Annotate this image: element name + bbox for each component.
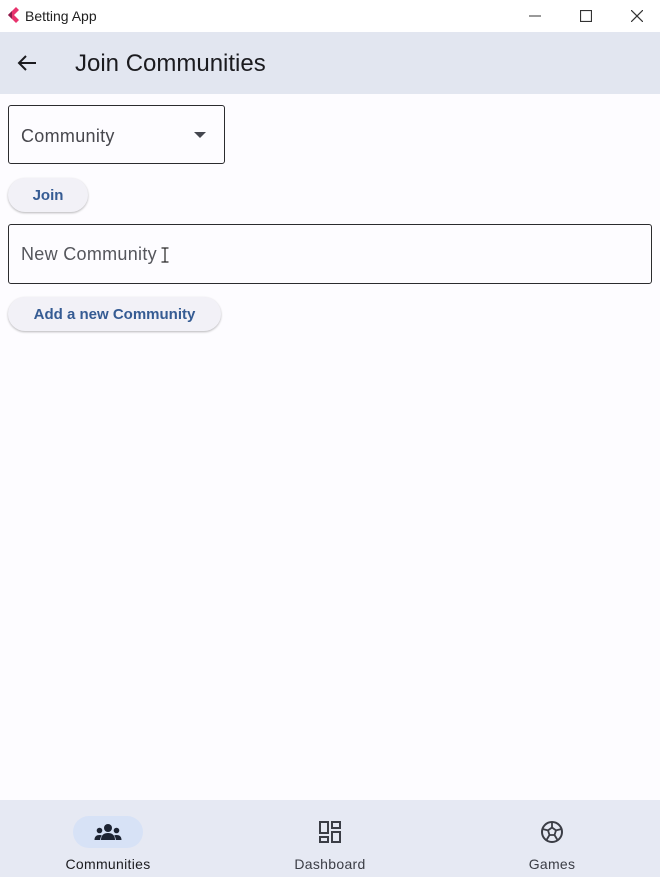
nav-active-indicator (73, 816, 143, 848)
close-icon (631, 10, 643, 22)
nav-icon-container (295, 816, 365, 848)
add-community-button[interactable]: Add a new Community (8, 297, 221, 331)
new-community-field[interactable] (8, 224, 652, 284)
dropdown-arrow-icon (194, 132, 206, 138)
app-bar: Join Communities (0, 32, 660, 94)
window-titlebar: Betting App (0, 0, 660, 32)
back-button[interactable] (8, 44, 46, 82)
groups-icon (94, 824, 122, 840)
minimize-icon (529, 15, 541, 17)
nav-label-games: Games (528, 856, 576, 872)
soccer-ball-icon (541, 821, 563, 843)
maximize-button[interactable] (563, 0, 609, 32)
dashboard-icon (319, 821, 341, 843)
community-dropdown-label: Community (21, 126, 115, 146)
nav-label-dashboard: Dashboard (294, 856, 366, 872)
arrow-back-icon (17, 55, 36, 71)
minimize-button[interactable] (512, 0, 558, 32)
nav-icon-container (517, 816, 587, 848)
community-dropdown[interactable]: Community (8, 105, 225, 164)
bottom-navigation: Communities Dashboard Games (0, 800, 660, 877)
nav-item-dashboard[interactable]: Dashboard (250, 800, 410, 877)
page-title: Join Communities (75, 50, 266, 77)
window-title: Betting App (25, 8, 97, 24)
text-cursor-icon (161, 247, 169, 263)
nav-label-communities: Communities (65, 856, 151, 872)
nav-item-communities[interactable]: Communities (28, 800, 188, 877)
maximize-icon (580, 10, 592, 22)
app-logo-icon (8, 7, 19, 23)
close-button[interactable] (614, 0, 660, 32)
join-button[interactable]: Join (8, 178, 88, 212)
new-community-input[interactable] (21, 241, 621, 267)
nav-item-games[interactable]: Games (472, 800, 632, 877)
